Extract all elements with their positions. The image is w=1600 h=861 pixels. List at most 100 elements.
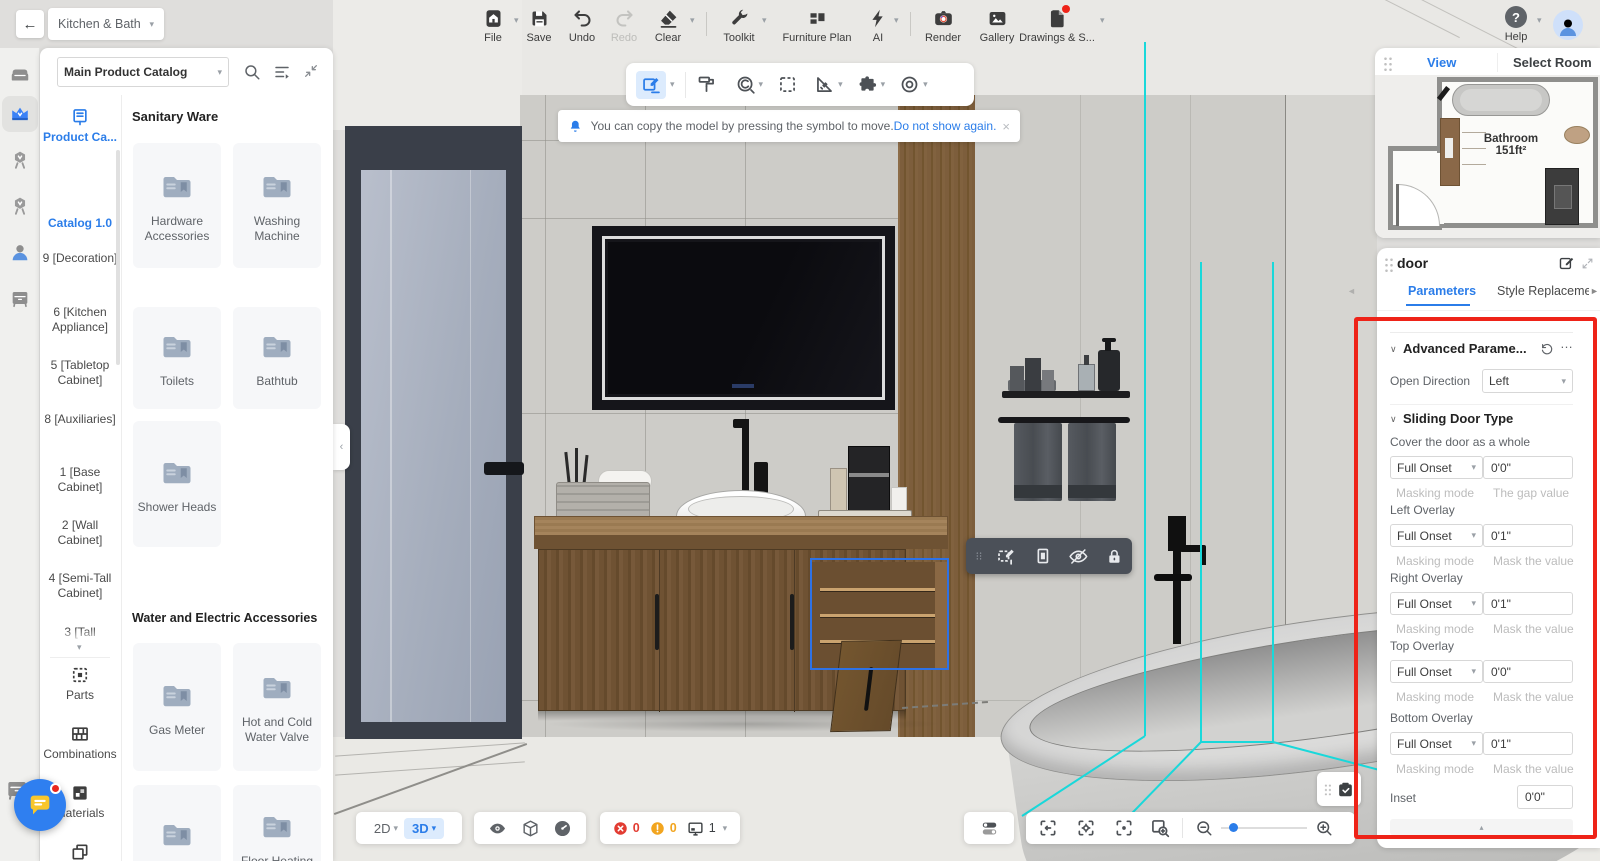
- performance-icon[interactable]: [553, 819, 572, 838]
- chevron-down-icon[interactable]: ▾: [762, 16, 767, 25]
- cube-view-icon[interactable]: [521, 819, 540, 838]
- panel-collapse-tab[interactable]: ‹: [333, 424, 350, 470]
- door-swap-icon[interactable]: [1033, 546, 1053, 566]
- category-item[interactable]: 5 [Tabletop Cabinet]: [41, 358, 119, 388]
- chevron-down-icon[interactable]: ▾: [690, 16, 695, 25]
- chevron-down-icon[interactable]: ▾: [894, 16, 899, 25]
- avatar[interactable]: [1553, 10, 1583, 40]
- sidebar-item-account[interactable]: [9, 241, 31, 263]
- undo-button[interactable]: Undo: [562, 8, 602, 44]
- drag-handle-icon[interactable]: [974, 547, 984, 565]
- issues-toolbar[interactable]: 0 0 1 ▾: [600, 812, 740, 844]
- paint-roller-icon[interactable]: [696, 74, 717, 95]
- tab-product-catalog[interactable]: Product Ca...: [40, 107, 120, 145]
- sidebar-item-badge[interactable]: [9, 195, 31, 217]
- target-icon[interactable]: [899, 74, 920, 95]
- do-not-show-link[interactable]: Do not show again.: [894, 119, 997, 133]
- catalog-dropdown[interactable]: Main Product Catalog ▾: [57, 57, 229, 87]
- area-select-icon[interactable]: [777, 74, 798, 95]
- category-item[interactable]: 9 [Decoration]: [41, 251, 119, 266]
- plugin-icon[interactable]: [857, 74, 878, 95]
- scrollbar-thumb[interactable]: [116, 150, 120, 365]
- fit-view-icon[interactable]: [1038, 818, 1058, 838]
- toggles-button[interactable]: [964, 812, 1014, 844]
- tab-view[interactable]: View: [1427, 55, 1456, 70]
- zoom-slider-handle[interactable]: [1229, 823, 1238, 832]
- expand-list-icon[interactable]: ▾: [77, 643, 82, 652]
- material-picker-icon[interactable]: [735, 74, 756, 95]
- tab-scroll-right-icon[interactable]: ►: [1590, 286, 1599, 296]
- support-chat-button[interactable]: [14, 779, 66, 831]
- measure-icon[interactable]: [814, 74, 835, 95]
- category-card[interactable]: Gas Meter: [133, 643, 221, 771]
- category-item[interactable]: 6 [Kitchen Appliance]: [41, 305, 119, 335]
- category-item[interactable]: 8 [Auxiliaries]: [41, 412, 119, 427]
- select-tool-button[interactable]: [636, 71, 666, 99]
- category-item[interactable]: 2 [Wall Cabinet]: [41, 518, 119, 548]
- chevron-down-icon[interactable]: ▾: [923, 80, 928, 89]
- category-card[interactable]: Hardware Accessories: [133, 143, 221, 268]
- lock-icon[interactable]: [1105, 547, 1124, 566]
- visibility-icon[interactable]: [488, 819, 507, 838]
- search-icon[interactable]: [243, 63, 261, 81]
- project-title-dropdown[interactable]: Kitchen & Bath ▾: [48, 8, 164, 40]
- mode-3d-button[interactable]: 3D▾: [404, 818, 444, 839]
- focus-icon[interactable]: [1114, 818, 1134, 838]
- chevron-down-icon[interactable]: ▾: [881, 80, 886, 89]
- furniture-plan-button[interactable]: Furniture Plan: [778, 8, 856, 44]
- sidebar-item-badge[interactable]: [9, 149, 31, 171]
- file-button[interactable]: File: [473, 8, 513, 44]
- category-item[interactable]: 4 [Semi-Tall Cabinet]: [41, 571, 119, 601]
- sidebar-item-cabinet[interactable]: [9, 287, 31, 309]
- collapse-panel-icon[interactable]: [303, 63, 319, 79]
- chevron-down-icon[interactable]: ▾: [838, 80, 843, 89]
- category-card[interactable]: Washing Machine: [233, 143, 321, 268]
- category-card[interactable]: Shower Heads: [133, 421, 221, 547]
- expand-icon[interactable]: [1581, 257, 1594, 270]
- subtab-catalog[interactable]: Catalog 1.0: [41, 216, 119, 231]
- sidebar-item-vip[interactable]: [9, 103, 31, 125]
- drag-handle-icon[interactable]: [1384, 256, 1393, 272]
- ai-button[interactable]: AI: [862, 8, 894, 44]
- zoom-area-icon[interactable]: [1150, 818, 1170, 838]
- camera-settings-icon[interactable]: [1076, 818, 1096, 838]
- save-button[interactable]: Save: [519, 8, 559, 44]
- drag-handle-icon[interactable]: [1383, 55, 1392, 71]
- zoom-out-icon[interactable]: [1195, 819, 1213, 837]
- tab-parameters[interactable]: Parameters: [1408, 284, 1476, 298]
- toolkit-button[interactable]: Toolkit: [717, 8, 761, 44]
- render-button[interactable]: Render: [921, 8, 965, 44]
- hide-icon[interactable]: [1068, 546, 1089, 567]
- edit-icon[interactable]: [1558, 255, 1575, 272]
- floorplan-minimap[interactable]: Bathroom 151ft²: [1375, 75, 1600, 238]
- filter-list-icon[interactable]: [273, 63, 291, 81]
- chevron-down-icon[interactable]: ▾: [670, 80, 675, 89]
- back-button[interactable]: ←: [16, 10, 44, 38]
- zoom-slider-track[interactable]: [1221, 827, 1307, 829]
- chevron-down-icon[interactable]: ▾: [1537, 16, 1542, 25]
- mode-2d-button[interactable]: 2D▾: [374, 821, 398, 836]
- edit-selection-icon[interactable]: [996, 546, 1017, 567]
- nav-combinations[interactable]: Combinations: [40, 724, 120, 762]
- chevron-down-icon[interactable]: ▾: [1100, 16, 1105, 25]
- category-item[interactable]: 1 [Base Cabinet]: [41, 465, 119, 495]
- category-card[interactable]: Bathtub: [233, 307, 321, 409]
- tab-select-room[interactable]: Select Room: [1513, 55, 1592, 70]
- nav-parts[interactable]: Parts: [40, 665, 120, 703]
- close-icon[interactable]: ×: [1002, 119, 1010, 134]
- help-button[interactable]: ? Help: [1496, 6, 1536, 43]
- nav-hybrid-library[interactable]: Hybrid libra...: [40, 842, 120, 861]
- chevron-down-icon[interactable]: ▾: [514, 16, 519, 25]
- tab-style-replacement[interactable]: Style Replaceme: [1497, 284, 1589, 298]
- drawings-button[interactable]: Drawings & S...: [1016, 8, 1098, 44]
- category-card[interactable]: Hot and Cold Water Valve: [233, 643, 321, 771]
- gallery-button[interactable]: Gallery: [974, 8, 1020, 44]
- category-card[interactable]: Toilets: [133, 307, 221, 409]
- chevron-down-icon[interactable]: ▾: [759, 80, 764, 89]
- category-card[interactable]: Socket: [133, 785, 221, 861]
- category-card[interactable]: Floor Heating Water: [233, 785, 321, 861]
- sidebar-item-furniture[interactable]: [9, 64, 31, 86]
- clear-button[interactable]: Clear: [648, 8, 688, 44]
- tab-scroll-left-icon[interactable]: ◄: [1347, 286, 1356, 296]
- zoom-in-icon[interactable]: [1315, 819, 1333, 837]
